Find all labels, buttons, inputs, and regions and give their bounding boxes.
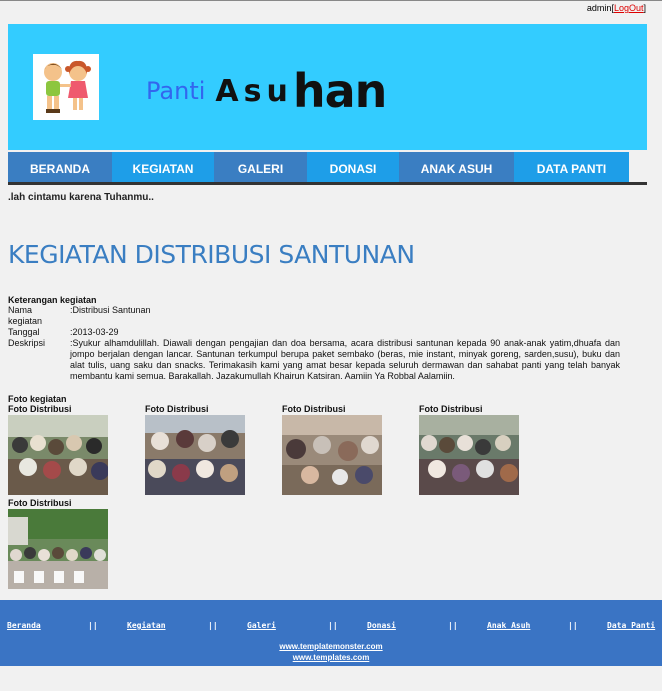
detail-value: :2013-03-29 [70,327,119,337]
footer-link-anak-asuh[interactable]: Anak Asuh [487,621,530,630]
footer-link-beranda[interactable]: Beranda [7,621,41,630]
photos-heading: Foto kegiatan [8,394,67,404]
detail-key: Nama kegiatan [8,305,43,326]
nav-donasi[interactable]: DONASI [307,152,399,182]
footer-link-kegiatan[interactable]: Kegiatan [127,621,166,630]
admin-status: admin[LogOut] [586,3,646,13]
photo-thumbnail[interactable] [8,509,108,589]
nav-galeri[interactable]: GALERI [214,152,307,182]
photo-thumbnail[interactable] [419,415,519,495]
footer-separator: || [328,621,338,630]
photo-label: Foto Distribusi [8,498,72,508]
logo-children-icon[interactable] [33,54,99,120]
footer-separator: || [448,621,458,630]
footer-link-galeri[interactable]: Galeri [247,621,276,630]
photo-thumbnail[interactable] [145,415,245,495]
site-title-asu: Asu [215,73,293,109]
photo-label: Foto Distribusi [145,404,209,414]
photo-thumbnail[interactable] [8,415,108,495]
site-title-han: han [292,64,388,118]
footer-url-templates[interactable]: www.templates.com [0,653,662,662]
main-nav: BERANDA KEGIATAN GALERI DONASI ANAK ASUH… [8,152,647,185]
detail-heading: Keterangan kegiatan [8,295,97,305]
photo-label: Foto Distribusi [8,404,72,414]
photo-thumbnail[interactable] [282,415,382,495]
footer: Beranda || Kegiatan || Galeri || Donasi … [0,600,662,666]
detail-value: :Distribusi Santunan [70,305,151,315]
detail-value: :Syukur alhamdulillah. Diawali dengan pe… [70,338,620,381]
detail-key: Tanggal [8,327,40,337]
logout-link[interactable]: LogOut [614,3,644,13]
footer-url-templatemonster[interactable]: www.templatemonster.com [0,642,662,651]
footer-separator: || [568,621,578,630]
top-bar: admin[LogOut] [0,0,662,13]
site-title: Panti Asuhan [146,64,388,118]
nav-anak-asuh[interactable]: ANAK ASUH [399,152,514,182]
tagline: .lah cintamu karena Tuhanmu.. [8,192,154,203]
site-title-panti: Panti [146,77,206,105]
detail-key: Deskripsi [8,338,46,348]
photo-card: Foto Distribusi [8,404,108,495]
nav-beranda[interactable]: BERANDA [8,152,112,182]
footer-link-donasi[interactable]: Donasi [367,621,396,630]
photo-card: Foto Distribusi [8,498,108,589]
photo-card: Foto Distribusi [282,404,382,495]
page-title: KEGIATAN DISTRIBUSI SANTUNAN [8,240,415,269]
photo-card: Foto Distribusi [145,404,245,495]
photo-card: Foto Distribusi [419,404,519,495]
photo-label: Foto Distribusi [282,404,346,414]
photo-label: Foto Distribusi [419,404,483,414]
admin-username: admin [586,3,612,13]
footer-separator: || [208,621,218,630]
footer-link-data-panti[interactable]: Data Panti [607,621,655,630]
header-banner: Panti Asuhan [8,24,647,150]
footer-separator: || [88,621,98,630]
nav-kegiatan[interactable]: KEGIATAN [112,152,214,182]
nav-data-panti[interactable]: DATA PANTI [514,152,629,182]
